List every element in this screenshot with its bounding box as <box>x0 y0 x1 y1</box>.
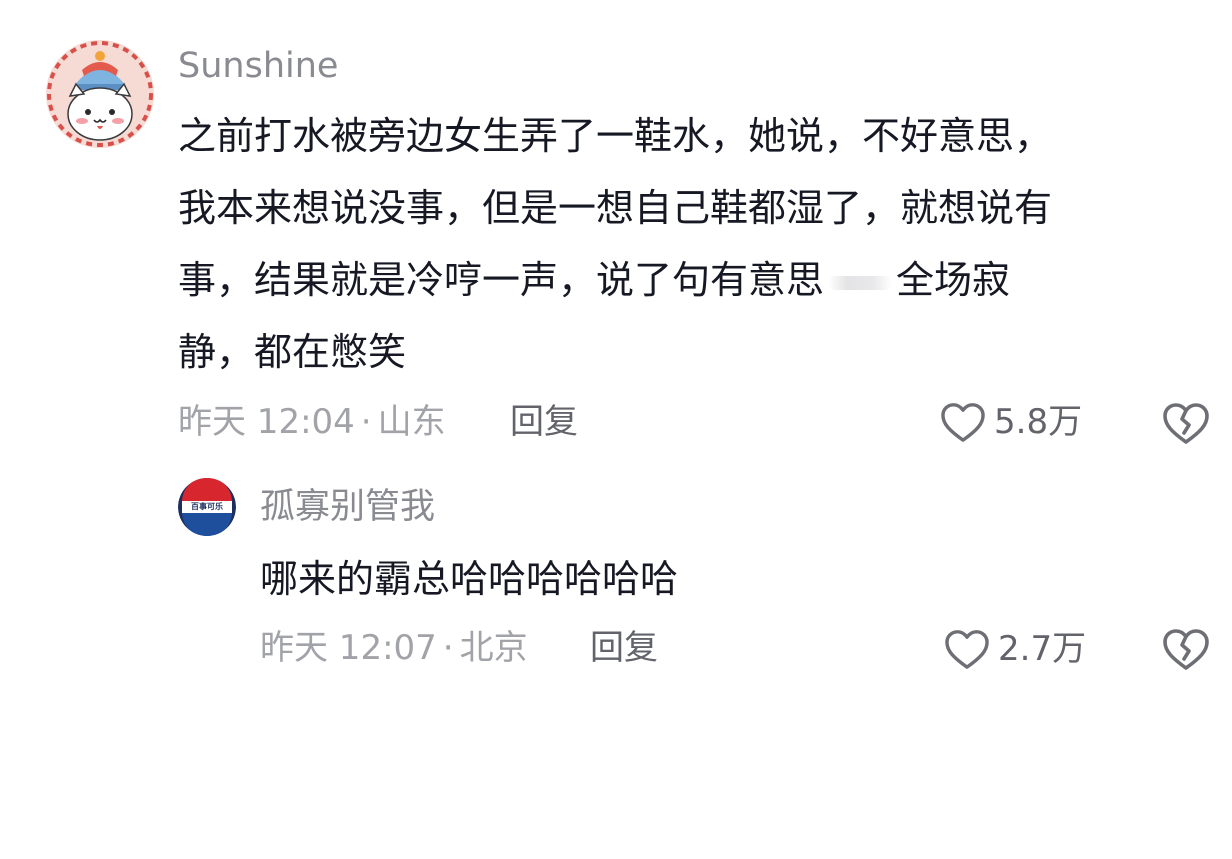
username[interactable]: 孤寡别管我 <box>260 485 435 529</box>
comment-text-line: 之前打水被旁边女生弄了一鞋水，她说，不好意思， <box>178 114 1053 158</box>
heart-outline-icon <box>945 630 989 669</box>
meta-separator: · <box>360 402 372 442</box>
broken-heart-icon <box>1163 403 1209 444</box>
like-button[interactable]: 2.7万 <box>944 626 1086 672</box>
avatar[interactable]: 百事可乐 <box>178 478 236 536</box>
comment-text-line: 我本来想说没事，但是一想自己鞋都湿了，就想说有 <box>178 186 1053 230</box>
avatar[interactable] <box>46 40 154 148</box>
reply-button[interactable]: 回复 <box>510 400 578 444</box>
comment-meta: 昨天 12:07 · 北京 <box>260 626 528 670</box>
cartoon-cat-avatar-icon <box>46 40 154 148</box>
like-count: 5.8万 <box>994 402 1083 442</box>
comment-text: 哪来的霸总哈哈哈哈哈哈 <box>260 557 679 601</box>
dislike-button[interactable] <box>1162 627 1210 671</box>
comment-item: Sunshine 之前打水被旁边女生弄了一鞋水，她说，不好意思， 我本来想说没事… <box>0 0 1232 460</box>
comment-location: 山东 <box>377 402 446 442</box>
comment-time: 昨天 12:04 <box>178 402 355 442</box>
dislike-button[interactable] <box>1162 401 1210 445</box>
comment-text-line: 静，都在憋笑 <box>178 330 407 374</box>
blur-smudge <box>828 275 893 290</box>
comment-text-line: 事，结果就是冷哼一声，说了句有意思 全场寂 <box>178 242 1010 318</box>
like-button[interactable]: 5.8万 <box>940 399 1082 445</box>
meta-separator: · <box>442 628 454 668</box>
broken-heart-icon <box>1163 629 1209 670</box>
comment-text-segment: 事，结果就是冷哼一声，说了句有意思 <box>178 258 825 302</box>
comment-text-segment: 全场寂 <box>896 258 1011 302</box>
comment-time: 昨天 12:07 <box>260 628 437 668</box>
username[interactable]: Sunshine <box>178 44 338 88</box>
heart-outline-icon <box>941 403 985 442</box>
like-count: 2.7万 <box>998 629 1087 669</box>
avatar-label: 百事可乐 <box>191 502 223 511</box>
reply-button[interactable]: 回复 <box>590 626 658 670</box>
reply-item: 百事可乐 孤寡别管我 哪来的霸总哈哈哈哈哈哈 昨天 12:07 · 北京 回复 2.… <box>0 460 1232 700</box>
comment-location: 北京 <box>459 628 528 668</box>
comment-meta: 昨天 12:04 · 山东 <box>178 400 446 444</box>
cropped-next-avatar <box>178 704 234 710</box>
comment-text: 之前打水被旁边女生弄了一鞋水，她说，不好意思， 我本来想说没事，但是一想自己鞋都… <box>178 98 1208 408</box>
